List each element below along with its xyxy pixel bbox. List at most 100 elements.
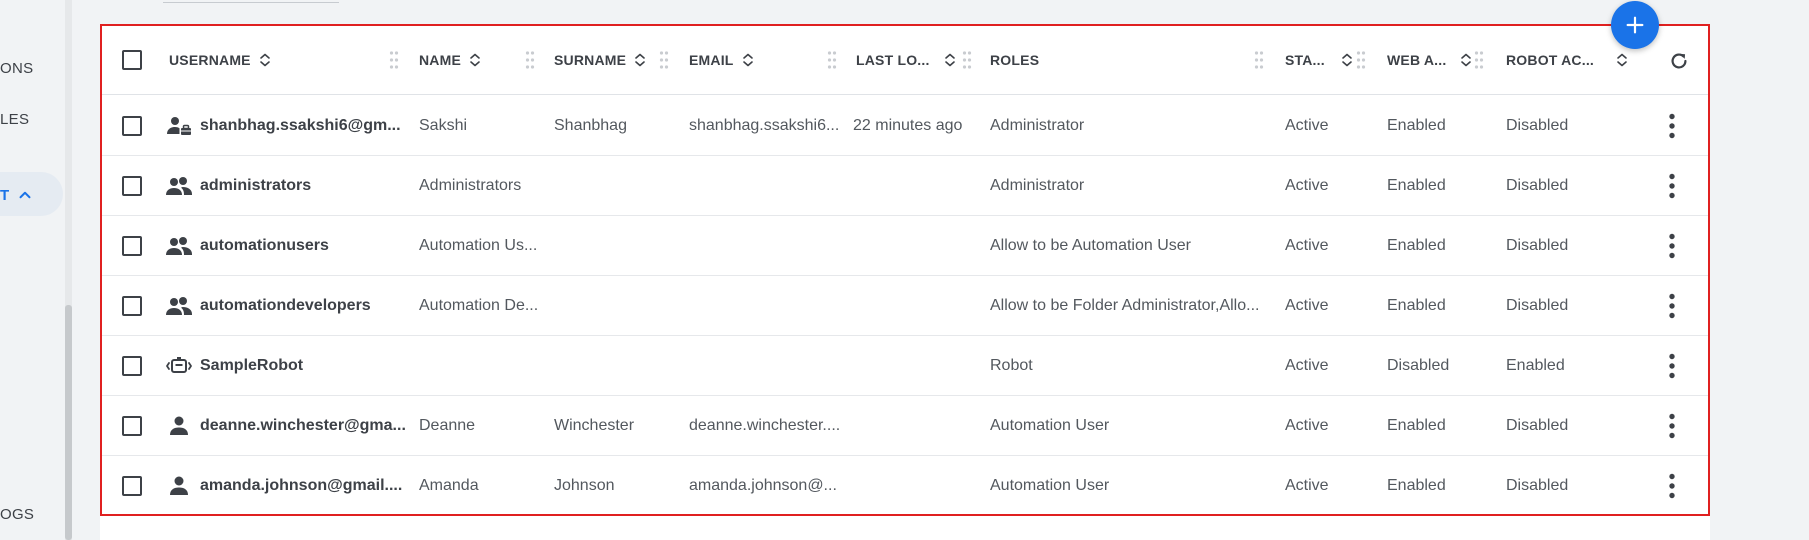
username-text: amanda.johnson@gmail....	[200, 477, 403, 494]
column-header-status[interactable]: STA...	[1285, 26, 1353, 94]
cell-status: Active	[1285, 356, 1329, 374]
plus-icon	[1626, 16, 1644, 34]
group-icon	[164, 294, 194, 318]
table-row[interactable]: automationdevelopers Automation De... Allo…	[102, 276, 1708, 336]
row-checkbox[interactable]	[122, 175, 142, 196]
row-checkbox[interactable]	[122, 115, 142, 136]
more-vertical-icon[interactable]	[1669, 113, 1675, 139]
sort-icon[interactable]	[1616, 53, 1628, 67]
drag-handle-icon[interactable]	[962, 50, 972, 70]
more-vertical-icon[interactable]	[1669, 473, 1675, 499]
cell-name: Administrators	[419, 176, 522, 194]
table-row[interactable]: deanne.winchester@gma... Deanne Winchester…	[102, 396, 1708, 456]
user-admin-icon	[164, 114, 194, 138]
drag-handle-icon[interactable]	[389, 50, 399, 70]
username-text: deanne.winchester@gma...	[200, 416, 406, 434]
cell-username[interactable]: deanne.winchester@gma...	[164, 396, 414, 455]
table-row[interactable]: automationusers Automation Us... Allow to …	[102, 216, 1708, 276]
table-row[interactable]: shanbhag.ssakshi6@gm... Sakshi Shanbhag sha…	[102, 96, 1708, 156]
sort-icon[interactable]	[742, 53, 754, 67]
cell-name: Amanda	[419, 477, 479, 494]
cell-username[interactable]: automationusers	[164, 216, 414, 275]
group-icon	[164, 234, 194, 258]
sort-icon[interactable]	[634, 53, 646, 67]
column-header-username[interactable]: USERNAME	[169, 26, 271, 94]
cell-surname	[554, 156, 679, 215]
sort-icon[interactable]	[944, 53, 956, 67]
select-all-checkbox[interactable]	[122, 50, 142, 70]
cell-username[interactable]: SampleRobot	[164, 336, 414, 395]
column-label: LAST LO...	[856, 52, 930, 68]
table-row[interactable]: SampleRobot Robot Active Disabled Enabled	[102, 336, 1708, 396]
cell-username[interactable]: administrators	[164, 156, 414, 215]
cell-robot-access: Disabled	[1506, 416, 1569, 434]
cell-web-access: Enabled	[1387, 296, 1446, 314]
cell-robot-access: Disabled	[1506, 176, 1569, 194]
sidebar-item-les[interactable]: LES	[0, 111, 29, 128]
sort-icon[interactable]	[259, 53, 271, 67]
sort-icon[interactable]	[1341, 53, 1353, 67]
cell-username[interactable]: shanbhag.ssakshi6@gm...	[164, 96, 414, 155]
cell-name: Deanne	[419, 416, 476, 434]
row-checkbox[interactable]	[122, 415, 142, 436]
sort-icon[interactable]	[1460, 53, 1472, 67]
column-header-surname[interactable]: SURNAME	[554, 26, 646, 94]
cell-web-access: Enabled	[1387, 477, 1446, 494]
cell-status: Active	[1285, 236, 1329, 254]
cell-status: Active	[1285, 176, 1329, 194]
drag-handle-icon[interactable]	[827, 50, 837, 70]
username-text: automationdevelopers	[200, 296, 371, 314]
more-vertical-icon[interactable]	[1669, 353, 1675, 379]
drag-handle-icon[interactable]	[1474, 50, 1484, 70]
table-row[interactable]: administrators Administrators Administrato…	[102, 156, 1708, 216]
cell-status: Active	[1285, 116, 1329, 134]
chevron-up-icon[interactable]	[16, 186, 34, 204]
column-header-web-access[interactable]: WEB A...	[1387, 26, 1472, 94]
sidebar-scrollbar-thumb[interactable]	[65, 305, 72, 540]
user-icon	[164, 414, 194, 438]
drag-handle-icon[interactable]	[1254, 50, 1264, 70]
sidebar-item-ogs[interactable]: OGS	[0, 506, 34, 523]
drag-handle-icon[interactable]	[525, 50, 535, 70]
column-label: ROBOT AC...	[1506, 52, 1595, 68]
cell-email	[689, 276, 849, 335]
row-checkbox[interactable]	[122, 235, 142, 256]
cell-email	[689, 216, 849, 275]
cell-roles: Administrator	[990, 176, 1085, 194]
cell-surname: Johnson	[554, 477, 615, 494]
cell-roles: Allow to be Automation User	[990, 236, 1191, 254]
column-header-robot-access[interactable]: ROBOT AC...	[1506, 26, 1628, 94]
cell-username[interactable]: amanda.johnson@gmail....	[164, 456, 414, 516]
add-user-button[interactable]	[1611, 1, 1659, 49]
cell-surname	[554, 216, 679, 275]
cell-last-login	[853, 396, 983, 455]
column-header-last-login[interactable]: LAST LO...	[856, 26, 958, 94]
cell-robot-access: Disabled	[1506, 236, 1569, 254]
cell-robot-access: Enabled	[1506, 356, 1565, 374]
column-header-email[interactable]: EMAIL	[689, 26, 754, 94]
top-field-fragment	[163, 0, 339, 3]
column-header-name[interactable]: NAME	[419, 26, 481, 94]
drag-handle-icon[interactable]	[659, 50, 669, 70]
row-checkbox[interactable]	[122, 355, 142, 376]
column-header-roles[interactable]: ROLES	[990, 26, 1039, 94]
more-vertical-icon[interactable]	[1669, 173, 1675, 199]
cell-last-login	[853, 336, 983, 395]
sort-icon[interactable]	[469, 53, 481, 67]
cell-name: Sakshi	[419, 116, 468, 134]
cell-roles: Allow to be Folder Administrator,Allo...	[990, 296, 1260, 314]
row-checkbox[interactable]	[122, 295, 142, 316]
row-checkbox[interactable]	[122, 476, 142, 496]
user-icon	[164, 474, 194, 498]
cell-surname	[554, 276, 679, 335]
sidebar-item-ons[interactable]: ONS	[0, 60, 33, 77]
more-vertical-icon[interactable]	[1669, 413, 1675, 439]
cell-username[interactable]: automationdevelopers	[164, 276, 414, 335]
cell-web-access: Enabled	[1387, 236, 1446, 254]
refresh-icon[interactable]	[1668, 50, 1690, 72]
column-label: WEB A...	[1387, 52, 1447, 68]
more-vertical-icon[interactable]	[1669, 293, 1675, 319]
table-row[interactable]: amanda.johnson@gmail.... Amanda Johnson ama…	[102, 456, 1708, 516]
more-vertical-icon[interactable]	[1669, 233, 1675, 259]
drag-handle-icon[interactable]	[1356, 50, 1366, 70]
